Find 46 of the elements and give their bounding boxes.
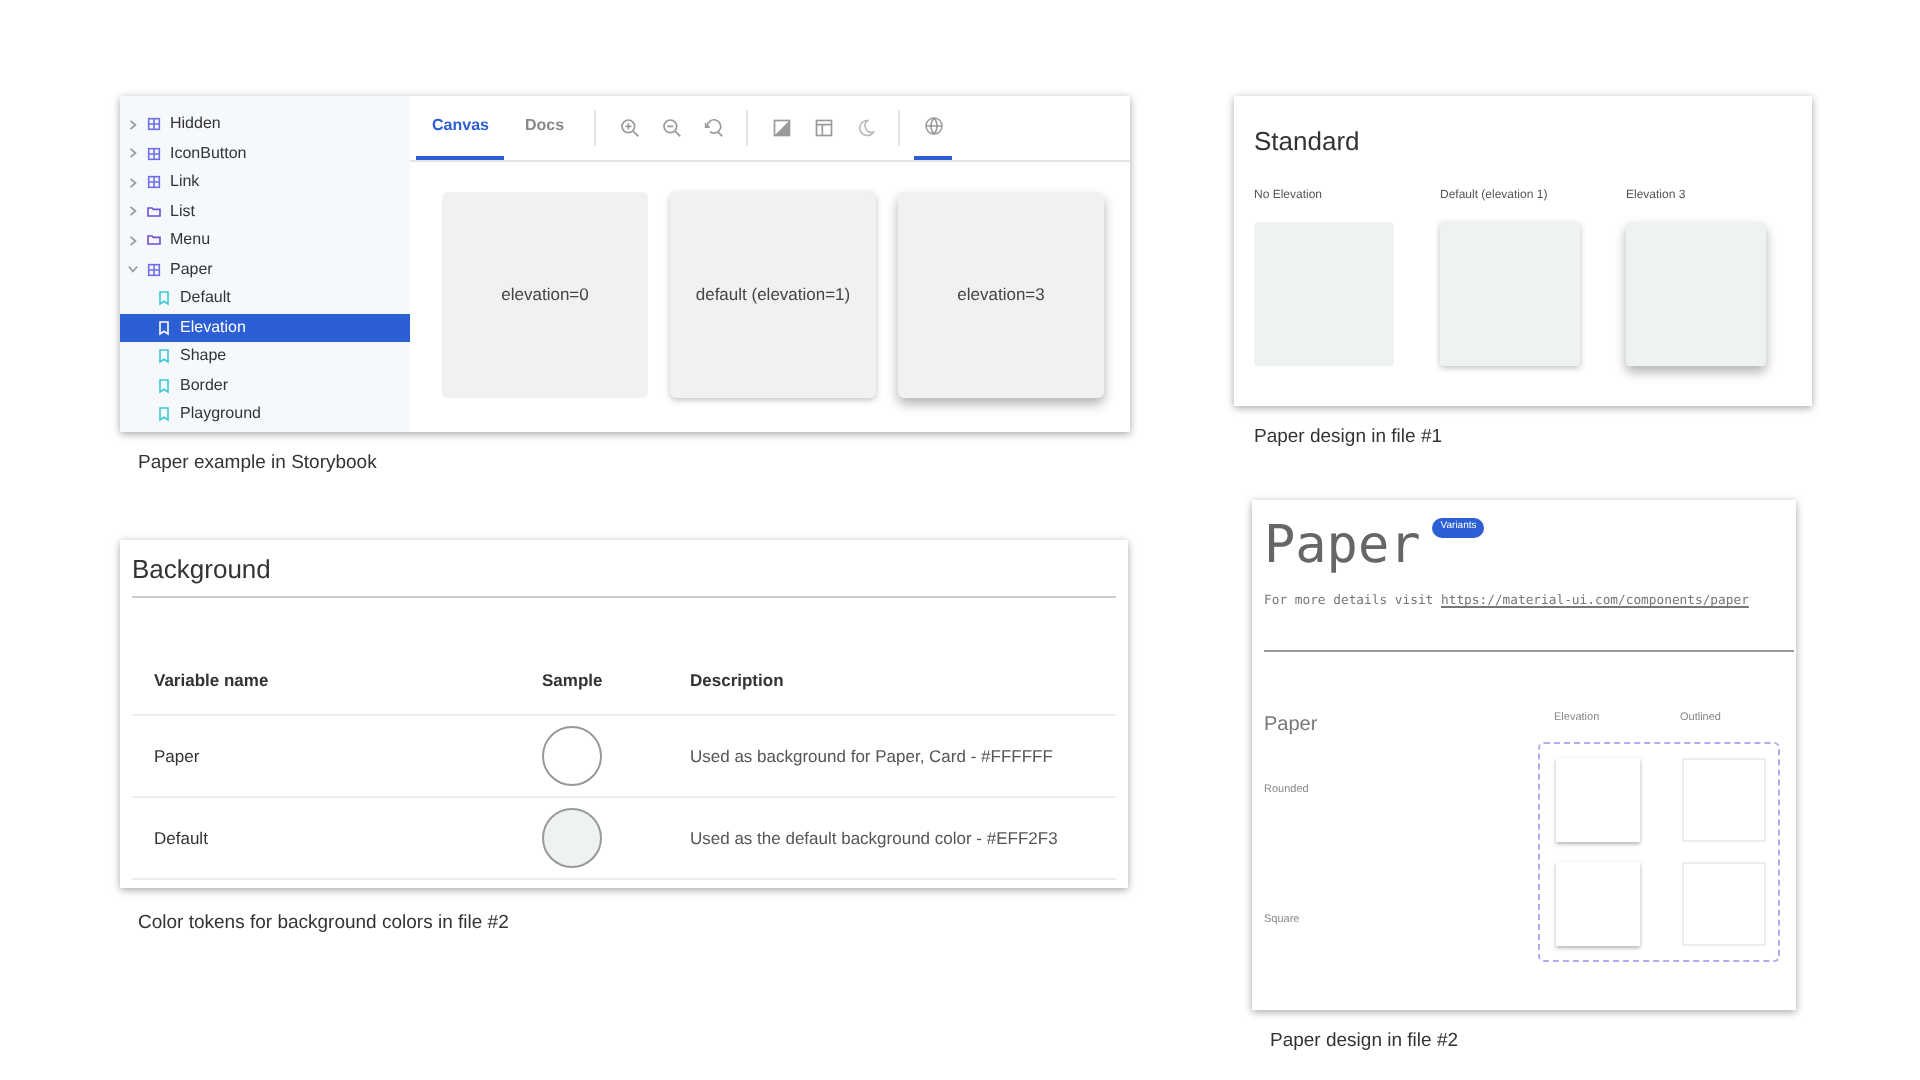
tab[interactable]: Docs	[508, 96, 581, 160]
sidebar-item[interactable]: Default	[120, 284, 410, 313]
table-cell-text: Used as background for Paper, Card - #FFFFFF	[690, 743, 1055, 769]
globe-icon[interactable]	[923, 116, 944, 136]
card-label: elevation=3	[957, 282, 1045, 308]
paper-elevation-sample	[1556, 758, 1640, 842]
caption: Paper example in Storybook	[138, 450, 377, 478]
column-header: Description	[690, 667, 786, 693]
section-title: Paper	[1264, 712, 1320, 740]
caption: Paper design in file #1	[1254, 424, 1443, 452]
sidebar-item[interactable]: Border	[120, 371, 410, 400]
column-header: Variable name	[154, 667, 271, 693]
caption: Paper design in file #2	[1270, 1028, 1459, 1056]
background-icon[interactable]	[771, 118, 792, 138]
card-label: default (elevation=1)	[695, 282, 851, 308]
table-cell-text: Default	[154, 825, 210, 851]
paper-sample	[1440, 222, 1580, 366]
sidebar-item[interactable]: Elevation	[120, 313, 410, 342]
sidebar-item[interactable]: List	[120, 197, 410, 226]
caption: Color tokens for background colors in file #2	[138, 910, 509, 938]
section-title: Background	[132, 550, 1116, 598]
sidebar-item[interactable]: Menu	[120, 226, 410, 255]
sidebar-item[interactable]: Hidden	[120, 110, 410, 139]
sidebar-item[interactable]: Paper	[120, 255, 410, 284]
grid-icon	[146, 116, 162, 133]
zoom-out-icon[interactable]	[661, 118, 682, 138]
tab[interactable]: Canvas	[416, 96, 505, 160]
frame-icon[interactable]	[813, 118, 834, 138]
moon-icon[interactable]	[855, 118, 876, 138]
column-header: Sample	[542, 667, 605, 693]
grid-icon	[146, 145, 162, 162]
paper-sample	[1626, 222, 1766, 366]
table-cell-text: Used as the default background color - #EFF2F3	[690, 825, 1060, 851]
sidebar-item[interactable]: Link	[120, 168, 410, 197]
page-title: Paper	[1264, 520, 1421, 572]
section-title: Standard	[1254, 128, 1362, 154]
grid-icon	[146, 261, 162, 278]
paper-elevation-sample	[1556, 862, 1640, 946]
grid-icon	[146, 174, 162, 191]
zoom-in-icon[interactable]	[619, 118, 640, 138]
reset-zoom-icon[interactable]	[703, 118, 724, 138]
sidebar-item[interactable]: Shape	[120, 342, 410, 371]
sidebar-item[interactable]: IconButton	[120, 139, 410, 168]
card-label: elevation=0	[501, 282, 589, 308]
table-cell-text: Paper	[154, 743, 202, 769]
sidebar-item[interactable]: Playground	[120, 400, 410, 429]
